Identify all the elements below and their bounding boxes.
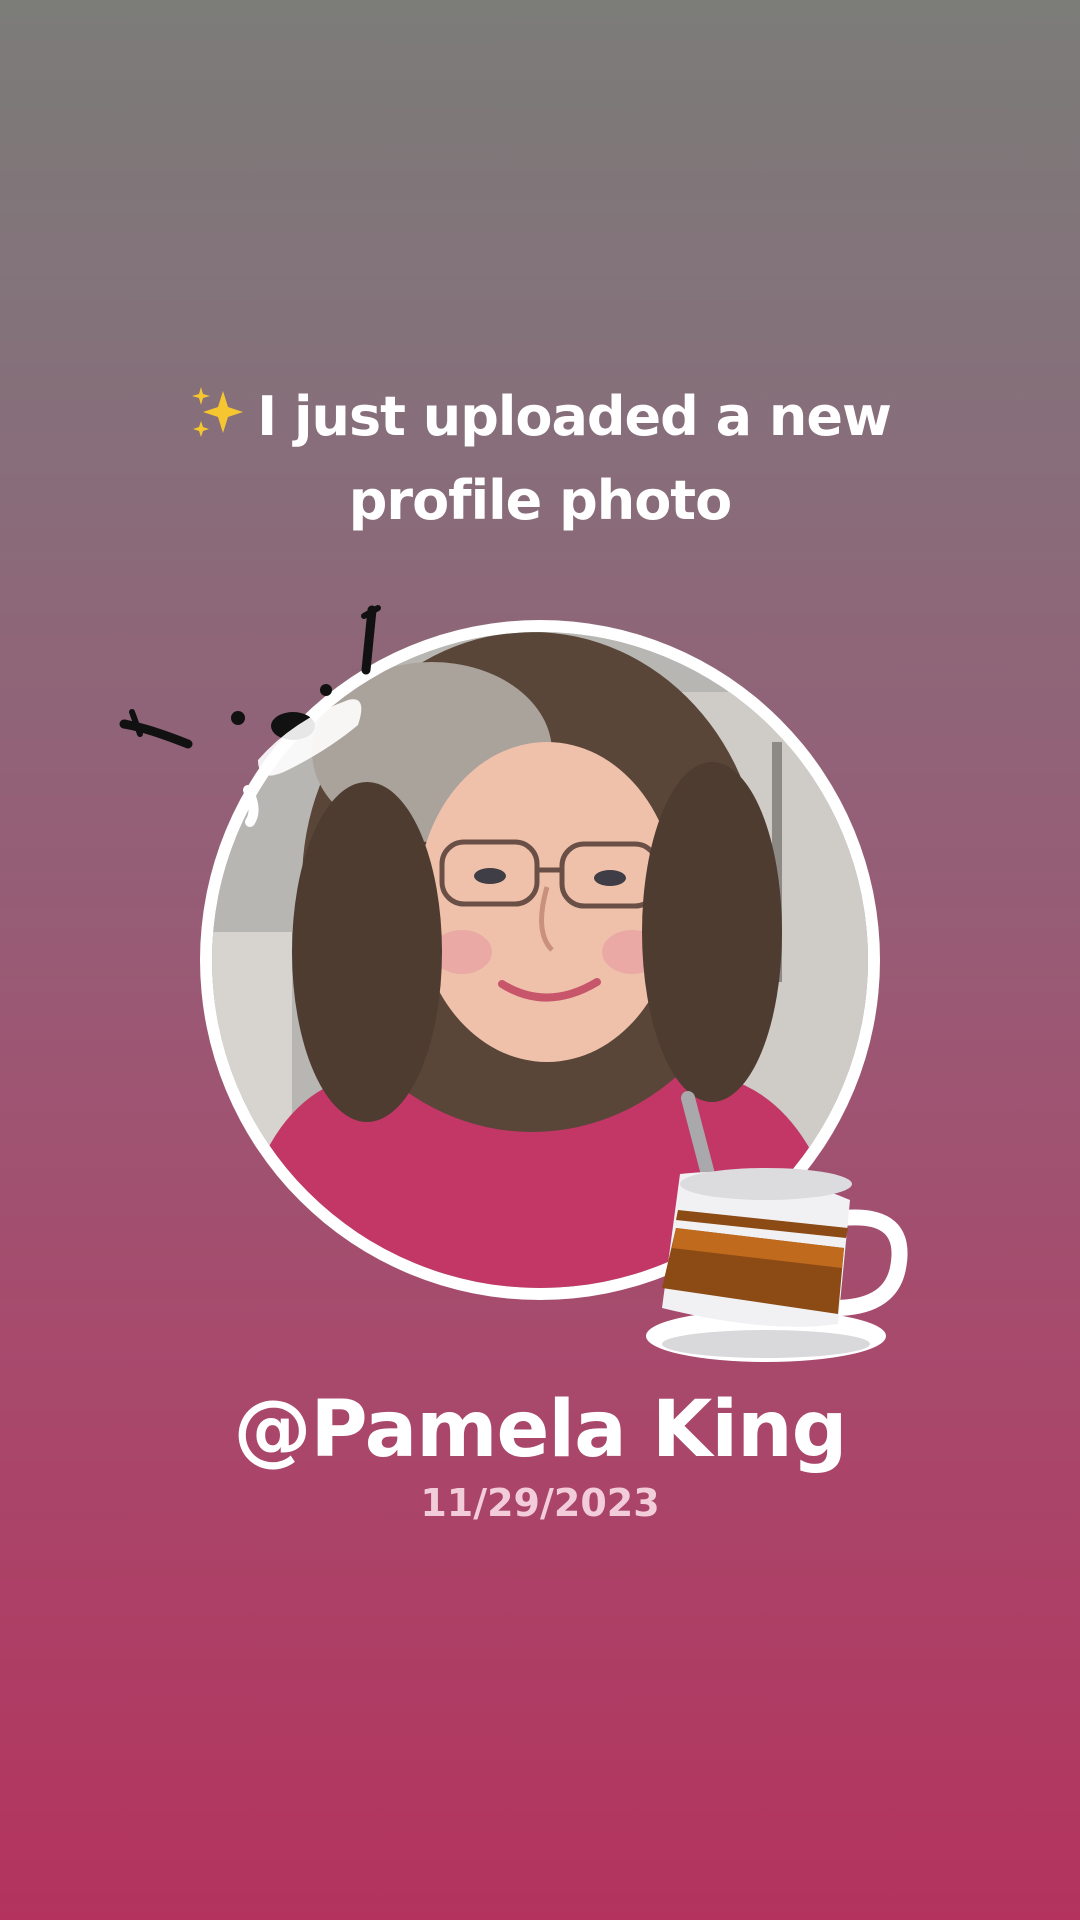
doodle-sticker-icon: [118, 600, 418, 834]
sparkles-icon: [189, 384, 245, 462]
announcement-text: I just uploaded a new profile photo: [257, 385, 892, 532]
announcement-headline: I just uploaded a new profile photo: [90, 378, 990, 540]
upload-date: 11/29/2023: [420, 1481, 660, 1525]
coffee-cup-icon: [628, 1078, 918, 1384]
profile-photo-announcement-screen: I just uploaded a new profile photo @Pam…: [0, 0, 1080, 1920]
profile-username: @Pamela King: [233, 1385, 848, 1475]
